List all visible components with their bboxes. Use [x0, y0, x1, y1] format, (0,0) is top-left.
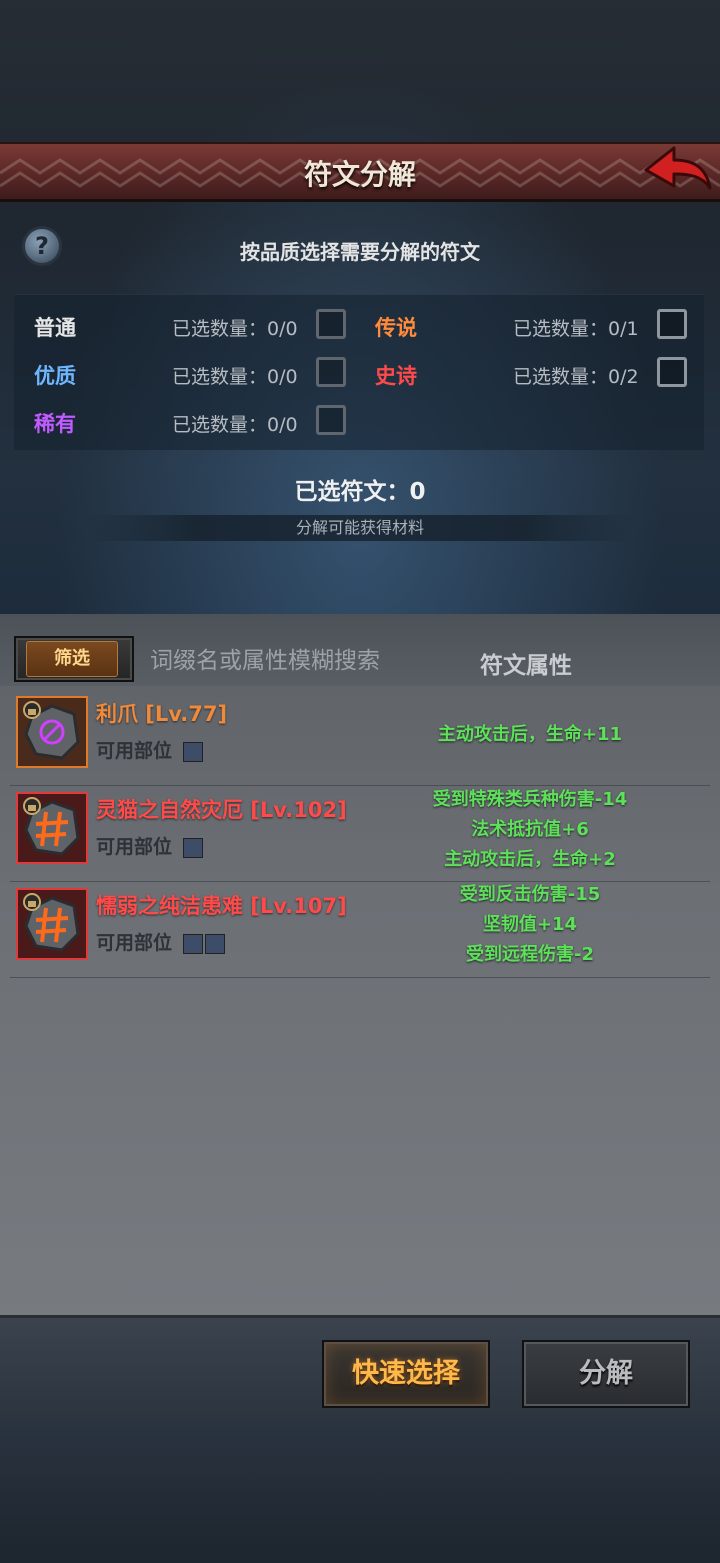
materials-label: 分解可能获得材料 — [86, 515, 634, 541]
rune-icon — [16, 696, 88, 768]
decompose-button[interactable]: 分解 — [522, 1340, 690, 1408]
quality-checkbox-legendary[interactable] — [657, 309, 687, 339]
selected-rune-total: 已选符文：0 — [294, 479, 426, 505]
bottom-background — [0, 1420, 720, 1563]
rune-list-item[interactable]: 懦弱之纯洁患难 [Lv.107] 可用部位 受到反击伤害-15 坚韧值+14 受… — [10, 884, 710, 978]
quality-count: 已选数量：0/0 — [172, 318, 298, 340]
attribute-header: 符文属性 — [480, 653, 572, 679]
rune-attribute: 受到反击伤害-15 — [459, 884, 601, 905]
quality-checkbox-epic[interactable] — [657, 357, 687, 387]
rune-icon — [16, 792, 88, 864]
rune-attribute: 坚韧值+14 — [482, 914, 578, 935]
rune-slot: 可用部位 — [96, 832, 203, 859]
instruction-text: 按品质选择需要分解的符文 — [240, 240, 480, 264]
quick-select-button[interactable]: 快速选择 — [322, 1340, 490, 1408]
quality-checkbox-common[interactable] — [316, 309, 346, 339]
rune-attribute: 法术抵抗值+6 — [471, 819, 589, 840]
rune-icon — [16, 888, 88, 960]
quality-row-fine: 优质 已选数量：0/0 — [34, 356, 354, 392]
slot-icon — [182, 933, 203, 954]
slot-label: 可用部位 — [96, 836, 173, 858]
quality-count: 已选数量：0/1 — [513, 318, 639, 340]
rune-attributes: 受到反击伤害-15 坚韧值+14 受到远程伤害-2 — [400, 880, 660, 970]
search-input[interactable] — [150, 640, 450, 682]
rune-attribute: 主动攻击后，生命+11 — [437, 724, 623, 745]
rune-attributes: 受到特殊类兵种伤害-14 法术抵抗值+6 主动攻击后，生命+2 — [400, 785, 660, 875]
quality-count: 已选数量：0/2 — [513, 366, 639, 388]
rune-stone-icon — [23, 797, 80, 856]
rune-attribute: 受到特殊类兵种伤害-14 — [432, 789, 628, 810]
quality-count: 已选数量：0/0 — [172, 414, 298, 436]
rune-stone-icon — [23, 701, 80, 760]
rune-name: 懦弱之纯洁患难 [Lv.107] — [96, 894, 347, 918]
quality-name: 史诗 — [375, 364, 417, 388]
slot-icon — [204, 933, 225, 954]
quality-row-common: 普通 已选数量：0/0 — [34, 308, 354, 344]
rune-attribute: 主动攻击后，生命+2 — [444, 849, 616, 870]
slot-label: 可用部位 — [96, 932, 173, 954]
back-arrow-icon — [644, 146, 712, 190]
slot-icon — [182, 837, 203, 858]
quality-name: 普通 — [34, 316, 76, 340]
quality-count: 已选数量：0/0 — [172, 366, 298, 388]
quality-name: 稀有 — [34, 412, 76, 436]
back-button[interactable] — [640, 140, 716, 200]
filter-button[interactable] — [14, 636, 134, 682]
rune-attribute: 受到远程伤害-2 — [466, 944, 594, 965]
quality-checkbox-rare[interactable] — [316, 405, 346, 435]
quality-name: 传说 — [375, 316, 417, 340]
rune-slot: 可用部位 — [96, 736, 203, 763]
quality-checkbox-fine[interactable] — [316, 357, 346, 387]
slot-label: 可用部位 — [96, 740, 173, 762]
rune-list-item[interactable]: 灵猫之自然灾厄 [Lv.102] 可用部位 受到特殊类兵种伤害-14 法术抵抗值… — [10, 788, 710, 882]
quality-row-rare: 稀有 已选数量：0/0 — [34, 404, 354, 440]
rune-name: 利爪 [Lv.77] — [96, 702, 228, 726]
rune-stone-icon — [23, 893, 80, 952]
quality-row-legendary: 传说 已选数量：0/1 — [375, 308, 695, 344]
rune-name: 灵猫之自然灾厄 [Lv.102] — [96, 798, 347, 822]
page-title: 符文分解 — [303, 158, 416, 191]
slot-icon — [182, 741, 203, 762]
rune-list-item[interactable]: 利爪 [Lv.77] 可用部位 主动攻击后，生命+11 — [10, 692, 710, 786]
quality-name: 优质 — [34, 364, 76, 388]
quality-row-epic: 史诗 已选数量：0/2 — [375, 356, 695, 392]
rune-attributes: 主动攻击后，生命+11 — [400, 720, 660, 750]
rune-slot: 可用部位 — [96, 928, 225, 955]
